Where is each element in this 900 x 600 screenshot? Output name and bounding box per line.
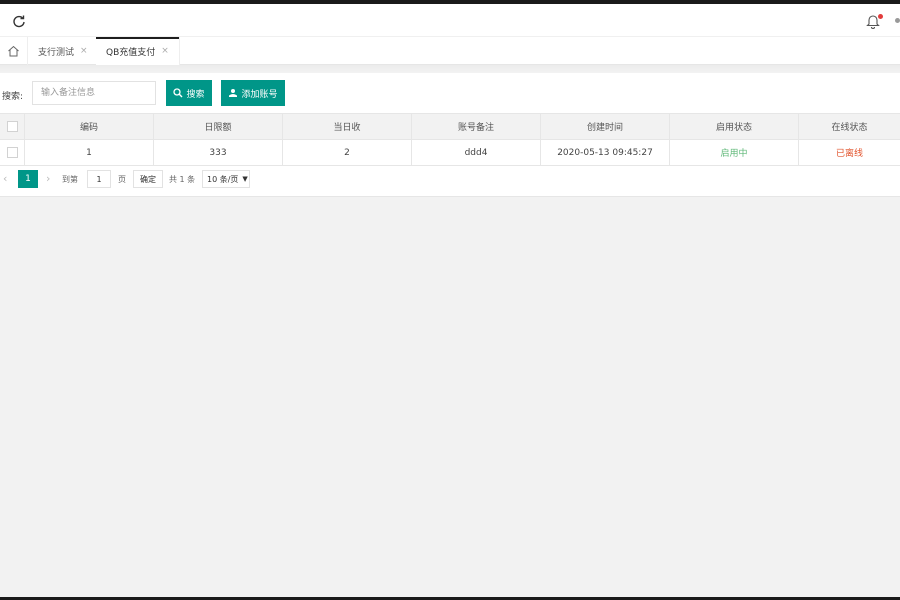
search-input[interactable] [32, 81, 156, 105]
search-label: 搜索: [2, 92, 24, 102]
table-row[interactable]: 1 333 2 ddd4 2020-05-13 09:45:27 启用中 已离线 [0, 140, 900, 166]
online-status: 已离线 [835, 149, 863, 159]
column-header[interactable]: 日限额 [154, 114, 283, 139]
tab-qb-recharge[interactable]: QB充值支付 × [96, 37, 180, 65]
notification-dot [878, 14, 883, 19]
top-header [0, 4, 900, 37]
select-all-cell [0, 114, 25, 139]
cell-today: 2 [283, 140, 412, 165]
pagination: ‹ 1 › 到第 页 确定 共 1 条 10 条/页 ▼ [0, 168, 900, 190]
enabled-status[interactable]: 启用中 [670, 140, 799, 165]
search-button[interactable]: 搜索 [166, 80, 212, 106]
page-size-value: 10 条/页 [207, 174, 239, 184]
row-checkbox[interactable] [6, 147, 18, 158]
tab-home[interactable] [0, 37, 28, 65]
total-count: 共 1 条 [169, 175, 196, 184]
add-account-button[interactable]: 添加账号 [221, 80, 285, 106]
select-all-checkbox[interactable] [6, 121, 18, 132]
add-account-label: 添加账号 [241, 89, 278, 100]
page-label: 页 [118, 175, 126, 184]
add-user-icon [229, 89, 238, 97]
cell-id: 1 [25, 140, 154, 165]
notification-bell-icon[interactable] [866, 13, 884, 29]
column-header[interactable]: 在线状态 [799, 114, 900, 139]
table-header-row: 编码 日限额 当日收 账号备注 创建时间 启用状态 在线状态 [0, 114, 900, 140]
search-icon [173, 88, 183, 98]
tab-label: 支行测试 [38, 47, 75, 58]
tab-close-icon[interactable]: × [80, 46, 88, 56]
search-button-label: 搜索 [186, 89, 205, 100]
cell-created: 2020-05-13 09:45:27 [541, 140, 670, 165]
current-page[interactable]: 1 [18, 170, 38, 188]
goto-confirm-button[interactable]: 确定 [133, 170, 163, 188]
next-page-button[interactable]: › [46, 172, 50, 185]
column-header[interactable]: 账号备注 [412, 114, 541, 139]
tab-close-icon[interactable]: × [161, 46, 169, 56]
content-gap [0, 65, 900, 73]
goto-page-input[interactable] [87, 170, 111, 188]
user-menu-icon[interactable] [895, 18, 900, 23]
tab-bar: 支行测试 × QB充值支付 × [0, 37, 900, 65]
tab-branch-test[interactable]: 支行测试 × [28, 37, 99, 65]
tab-label: QB充值支付 [106, 47, 156, 58]
column-header[interactable]: 启用状态 [670, 114, 799, 139]
refresh-icon[interactable] [12, 14, 26, 28]
page-size-select[interactable]: 10 条/页 ▼ [202, 170, 250, 188]
home-icon [8, 45, 19, 57]
column-header[interactable]: 创建时间 [541, 114, 670, 139]
caret-down-icon: ▼ [242, 175, 248, 183]
goto-label: 到第 [62, 175, 78, 184]
cell-daily-limit: 333 [154, 140, 283, 165]
main-panel: 搜索: 搜索 添加账号 编码 日限额 当日收 账号备注 创建时间 启用状态 在线… [0, 73, 900, 197]
cell-note: ddd4 [412, 140, 541, 165]
row-select-cell [0, 140, 25, 165]
data-table: 编码 日限额 当日收 账号备注 创建时间 启用状态 在线状态 1 333 2 d… [0, 113, 900, 166]
column-header[interactable]: 当日收 [283, 114, 412, 139]
prev-page-button[interactable]: ‹ [3, 172, 7, 185]
column-header[interactable]: 编码 [25, 114, 154, 139]
